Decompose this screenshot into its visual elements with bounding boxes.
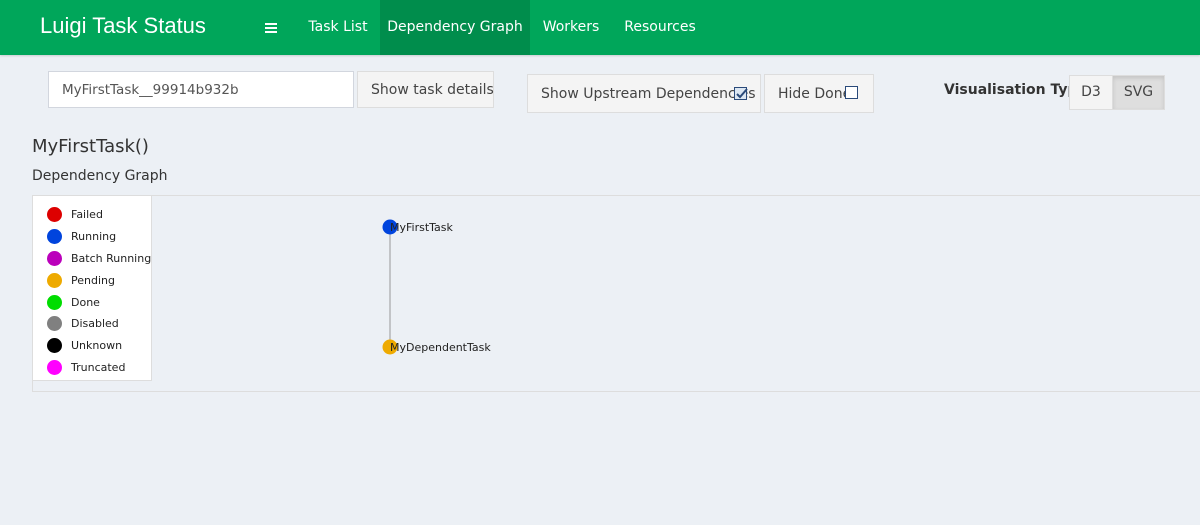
- task-node-label[interactable]: MyDependentTask: [390, 341, 491, 354]
- task-node-label[interactable]: MyFirstTask: [390, 221, 454, 234]
- dependency-graph-svg: MyFirstTask MyDependentTask: [382, 219, 491, 355]
